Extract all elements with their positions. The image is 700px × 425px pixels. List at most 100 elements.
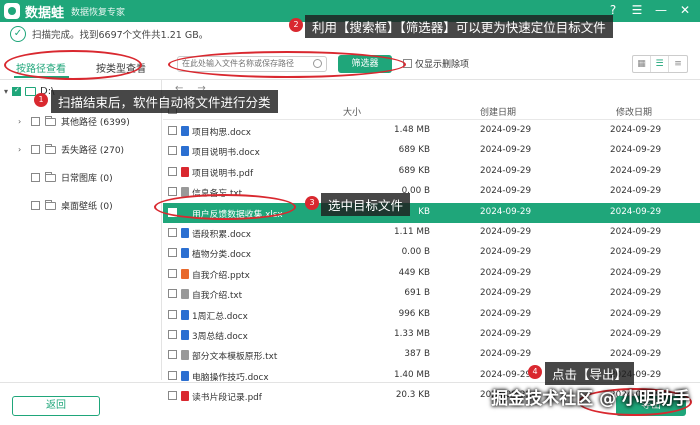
column-header-created[interactable]: 创建日期 — [480, 105, 516, 118]
sidebar-item-other-paths[interactable]: › 其他路径 (6399) — [18, 115, 130, 128]
table-row[interactable]: 用户反馈数据收集.xlsx KB 2024-09-29 2024-09-29 — [163, 202, 700, 223]
tab-by-type[interactable]: 按类型查看 — [96, 60, 146, 75]
folder-icon — [45, 143, 56, 154]
table-row[interactable]: 3周总结.docx 1.33 MB 2024-09-29 2024-09-29 — [163, 325, 700, 345]
modified-date: 2024-09-29 — [610, 206, 662, 217]
sidebar-item-checkbox[interactable] — [31, 173, 40, 182]
file-name: 用户反馈数据收集.xlsx — [192, 209, 283, 220]
sidebar-item-checkbox[interactable] — [31, 117, 40, 126]
step-badge-3: 3 — [305, 196, 319, 210]
modified-date: 2024-09-29 — [610, 267, 662, 278]
row-checkbox[interactable] — [168, 126, 177, 135]
filter-button[interactable]: 筛选器 — [338, 55, 392, 73]
table-row[interactable]: 自我介绍.txt 691 B 2024-09-29 2024-09-29 — [163, 284, 700, 304]
modified-date: 2024-09-29 — [610, 308, 662, 319]
row-checkbox[interactable] — [168, 350, 177, 360]
close-icon[interactable]: ✕ — [678, 3, 692, 17]
file-size: 691 B — [404, 288, 430, 299]
chevron-right-icon[interactable]: › — [18, 117, 26, 126]
only-deleted-toggle[interactable]: 仅显示删除项 — [403, 57, 469, 70]
table-row[interactable]: 项目构思.docx 1.48 MB 2024-09-29 2024-09-29 — [163, 121, 700, 141]
sidebar-item-desktop-wallpaper[interactable]: 桌面壁纸 (0) — [18, 199, 113, 212]
created-date: 2024-09-29 — [480, 267, 532, 278]
back-button[interactable]: 返回 — [12, 396, 100, 416]
created-date: 2024-09-29 — [480, 369, 532, 380]
sidebar: ▾ D:\ › 其他路径 (6399) › 丢失路径 (270) 日常图库 (0… — [0, 80, 162, 380]
scan-status: ✓ 扫描完成。找到6697个文件共1.21 GB。 — [10, 26, 208, 42]
file-size: 1.33 MB — [393, 329, 430, 339]
sidebar-item-checkbox[interactable] — [31, 201, 40, 210]
file-size: 387 B — [404, 349, 430, 360]
row-checkbox[interactable] — [168, 146, 177, 156]
table-row[interactable]: 项目说明书.docx 689 KB 2024-09-29 2024-09-29 — [163, 141, 700, 161]
modified-date: 2024-09-29 — [610, 227, 662, 237]
created-date: 2024-09-29 — [480, 247, 532, 258]
callout-3: 选中目标文件 — [321, 193, 411, 216]
doc-file-icon — [181, 146, 189, 157]
app-logo-icon — [4, 3, 20, 19]
sidebar-item-label: 日常图库 (0) — [61, 174, 113, 184]
sidebar-item-checkbox[interactable] — [31, 145, 40, 154]
check-circle-icon: ✓ — [10, 26, 26, 42]
callout-1: 扫描结束后，软件自动将文件进行分类 — [51, 90, 278, 113]
folder-icon — [45, 171, 56, 182]
created-date: 2024-09-29 — [480, 227, 532, 237]
grid-view-icon[interactable]: ▦ — [633, 56, 651, 72]
row-checkbox[interactable] — [168, 370, 177, 380]
doc-file-icon — [181, 309, 189, 320]
search-box[interactable] — [177, 56, 327, 72]
row-checkbox[interactable] — [168, 228, 177, 237]
sidebar-item-daily-gallery[interactable]: 日常图库 (0) — [18, 171, 113, 184]
table-row[interactable]: 1周汇总.docx 996 KB 2024-09-29 2024-09-29 — [163, 305, 700, 325]
minimize-icon[interactable]: — — [654, 3, 668, 17]
doc-file-icon — [181, 248, 189, 259]
file-size: 449 KB — [398, 267, 430, 278]
sidebar-item-label: 桌面壁纸 (0) — [61, 202, 113, 212]
file-size: 0.00 B — [401, 247, 430, 258]
file-name: 自我介绍.txt — [192, 291, 243, 302]
chevron-down-icon[interactable]: ▾ — [4, 87, 8, 96]
txt-file-icon — [181, 350, 189, 361]
table-row[interactable]: 自我介绍.pptx 449 KB 2024-09-29 2024-09-29 — [163, 264, 700, 284]
modified-date: 2024-09-29 — [610, 165, 662, 176]
view-switcher: ▦ ☰ ≡ — [632, 55, 688, 73]
sidebar-item-lost-paths[interactable]: › 丢失路径 (270) — [18, 143, 124, 156]
app-subtitle: 数据恢复专家 — [71, 7, 126, 18]
file-size: 689 KB — [398, 145, 430, 156]
modified-date: 2024-09-29 — [610, 329, 662, 339]
list-view-icon[interactable]: ☰ — [651, 56, 669, 72]
file-name: 自我介绍.pptx — [192, 270, 250, 281]
row-checkbox[interactable] — [168, 207, 177, 217]
row-checkbox[interactable] — [168, 268, 177, 278]
created-date: 2024-09-29 — [480, 145, 532, 156]
column-header-size[interactable]: 大小 — [343, 105, 361, 118]
table-row[interactable]: 信息备忘.txt 0.00 B 2024-09-29 2024-09-29 — [163, 182, 700, 202]
row-checkbox[interactable] — [168, 166, 177, 176]
menu-icon[interactable]: ☰ — [630, 3, 644, 17]
table-row[interactable]: 项目说明书.pdf 689 KB 2024-09-29 2024-09-29 — [163, 162, 700, 182]
search-icon[interactable] — [313, 59, 322, 68]
row-checkbox[interactable] — [168, 309, 177, 319]
tab-by-path[interactable]: 按路径查看 — [16, 60, 66, 75]
file-name: 电脑操作技巧.docx — [192, 372, 269, 383]
ppt-file-icon — [181, 268, 189, 279]
modified-date: 2024-09-29 — [610, 349, 662, 360]
table-row[interactable]: 语段积累.docx 1.11 MB 2024-09-29 2024-09-29 — [163, 223, 700, 243]
step-badge-2: 2 — [289, 18, 303, 32]
chevron-right-icon[interactable]: › — [18, 145, 26, 154]
row-checkbox[interactable] — [168, 330, 177, 339]
created-date: 2024-09-29 — [480, 329, 532, 339]
search-input[interactable] — [182, 59, 312, 68]
column-header-modified[interactable]: 修改日期 — [616, 105, 652, 118]
created-date: 2024-09-29 — [480, 186, 532, 197]
row-checkbox[interactable] — [168, 289, 177, 299]
folder-icon — [45, 115, 56, 126]
only-deleted-checkbox[interactable] — [403, 59, 412, 68]
doc-file-icon — [181, 126, 189, 136]
detail-view-icon[interactable]: ≡ — [669, 56, 687, 72]
active-tab-indicator — [14, 76, 69, 78]
row-checkbox[interactable] — [168, 187, 177, 197]
root-checkbox[interactable] — [12, 86, 22, 96]
table-row[interactable]: 植物分类.docx 0.00 B 2024-09-29 2024-09-29 — [163, 243, 700, 263]
row-checkbox[interactable] — [168, 248, 177, 258]
